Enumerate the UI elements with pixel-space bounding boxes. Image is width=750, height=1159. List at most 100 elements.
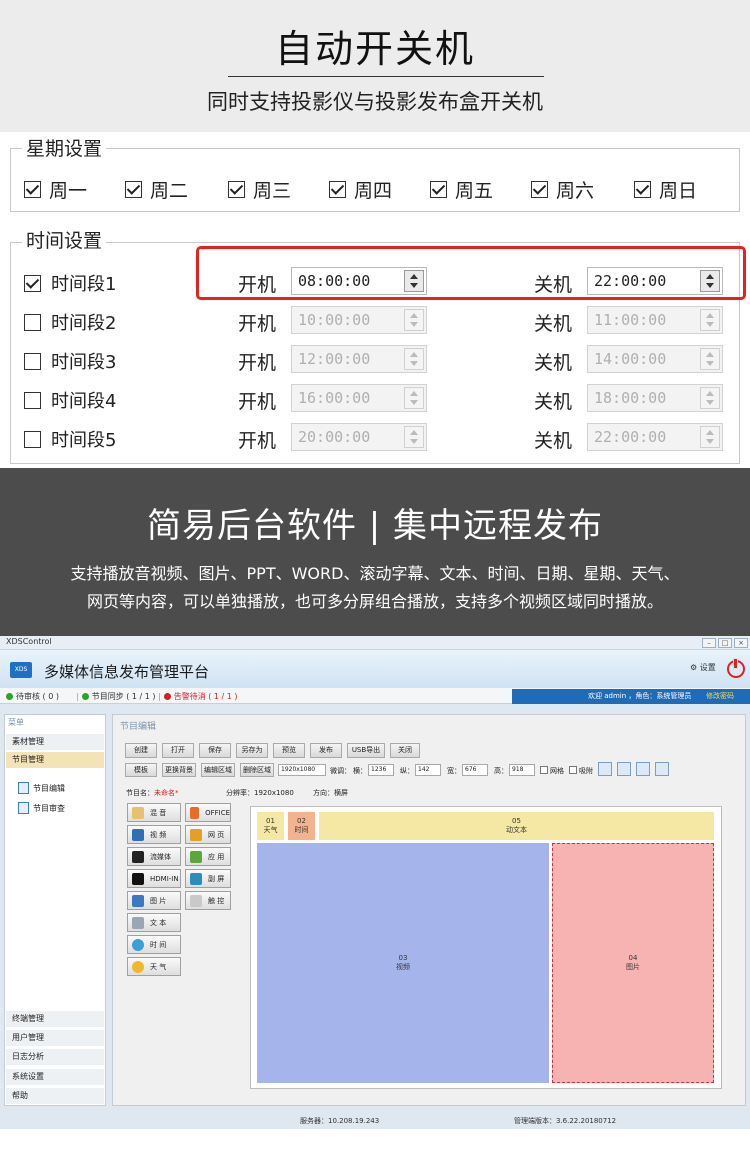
settings-button[interactable]: ⚙ 设置 <box>690 662 716 673</box>
webpage-button[interactable]: 网 页 <box>185 825 231 844</box>
video-button[interactable]: 视 频 <box>127 825 181 844</box>
maximize-icon[interactable]: □ <box>718 638 732 648</box>
hdmi-in-button[interactable]: HDMI-IN <box>127 869 181 888</box>
sidebar-item-log[interactable]: 日志分析 <box>6 1049 104 1065</box>
image-button[interactable]: 图 片 <box>127 891 181 910</box>
sidebar-item-program[interactable]: 节目管理 <box>6 752 104 768</box>
time-segment-1-checkbox[interactable]: 时间段1 <box>24 270 116 296</box>
checkbox-checked-icon[interactable] <box>24 181 41 198</box>
y-input[interactable]: 142 <box>415 764 441 776</box>
checkbox-unchecked-icon[interactable] <box>24 352 41 370</box>
weather-button[interactable]: 天 气 <box>127 957 181 976</box>
time-segment-4-checkbox[interactable]: 时间段4 <box>24 387 116 413</box>
zone-scrolling-text[interactable]: 05 动文本 <box>319 812 714 840</box>
create-button[interactable]: 创建 <box>125 743 157 758</box>
power-off-label: 关机 <box>534 391 573 413</box>
y-label: 纵： <box>400 767 414 775</box>
template-dropdown[interactable]: 模板 <box>125 763 157 777</box>
time-segment-2-checkbox[interactable]: 时间段2 <box>24 309 116 335</box>
weekday-checkbox-mon[interactable]: 周一 <box>24 176 87 203</box>
power-on-time-4[interactable]: 16:00:00 <box>291 384 427 412</box>
weekday-checkbox-fri[interactable]: 周五 <box>430 176 493 203</box>
delete-area-button[interactable]: 删除区域 <box>240 763 274 777</box>
power-off-time-5[interactable]: 22:00:00 <box>587 423 723 451</box>
subitem-label: 节目编辑 <box>33 783 65 793</box>
snap-checkbox[interactable] <box>569 766 577 774</box>
media-button-label: 图 片 <box>150 896 167 905</box>
mixer-button[interactable]: 混 音 <box>127 803 181 822</box>
time-segment-5-checkbox[interactable]: 时间段5 <box>24 426 116 452</box>
distribute-icon[interactable] <box>655 762 669 776</box>
height-input[interactable]: 918 <box>509 764 535 776</box>
width-input[interactable]: 676 <box>462 764 488 776</box>
office-icon <box>190 806 200 819</box>
change-password-link[interactable]: 修改密码 <box>706 691 734 701</box>
weekday-checkbox-thu[interactable]: 周四 <box>329 176 392 203</box>
checkbox-checked-icon[interactable] <box>634 181 651 198</box>
weekday-checkbox-wed[interactable]: 周三 <box>228 176 291 203</box>
checkbox-unchecked-icon[interactable] <box>24 313 41 331</box>
zone-time[interactable]: 02 时间 <box>288 812 315 840</box>
checkbox-checked-icon[interactable] <box>531 181 548 198</box>
x-input[interactable]: 1236 <box>368 764 394 776</box>
close-icon[interactable]: × <box>734 638 748 648</box>
status-pending-review[interactable]: 待审核 ( 0 ) <box>6 691 59 702</box>
close-button[interactable]: 关闭 <box>390 743 420 758</box>
weekday-checkbox-sat[interactable]: 周六 <box>531 176 594 203</box>
stream-button[interactable]: 流媒体 <box>127 847 181 866</box>
checkbox-checked-icon[interactable] <box>329 181 346 198</box>
power-on-time-3[interactable]: 12:00:00 <box>291 345 427 373</box>
power-off-time-2[interactable]: 11:00:00 <box>587 306 723 334</box>
segment-label: 时间段5 <box>51 430 117 451</box>
checkbox-checked-icon[interactable] <box>430 181 447 198</box>
time-segment-3-checkbox[interactable]: 时间段3 <box>24 348 116 374</box>
sidebar-item-user[interactable]: 用户管理 <box>6 1030 104 1046</box>
checkbox-unchecked-icon[interactable] <box>24 391 41 409</box>
publish-button[interactable]: 发布 <box>310 743 342 758</box>
sidebar-item-terminal[interactable]: 终端管理 <box>6 1011 104 1027</box>
power-off-time-3[interactable]: 14:00:00 <box>587 345 723 373</box>
preview-button[interactable]: 预览 <box>273 743 305 758</box>
save-button[interactable]: 保存 <box>199 743 231 758</box>
open-button[interactable]: 打开 <box>162 743 194 758</box>
power-on-time-5[interactable]: 20:00:00 <box>291 423 427 451</box>
align-right-icon[interactable] <box>636 762 650 776</box>
checkbox-checked-icon[interactable] <box>24 274 41 292</box>
power-icon[interactable] <box>727 658 745 678</box>
sidebar-subitem-program-edit[interactable]: 节目编辑 <box>18 782 65 794</box>
office-button[interactable]: OFFICE <box>185 803 231 822</box>
grid-checkbox[interactable] <box>540 766 548 774</box>
sidebar-item-system[interactable]: 系统设置 <box>6 1069 104 1085</box>
checkbox-checked-icon[interactable] <box>228 181 245 198</box>
status-program-sync[interactable]: | 节目同步 ( 1 / 1 ) <box>76 691 156 702</box>
save-as-button[interactable]: 另存为 <box>236 743 268 758</box>
checkbox-checked-icon[interactable] <box>125 181 142 198</box>
application-button[interactable]: 应 用 <box>185 847 231 866</box>
sidebar-item-help[interactable]: 帮助 <box>6 1088 104 1104</box>
usb-export-button[interactable]: USB导出 <box>347 743 385 758</box>
align-left-icon[interactable] <box>598 762 612 776</box>
resolution-select[interactable]: 1920x1080 <box>278 764 326 776</box>
checkbox-unchecked-icon[interactable] <box>24 430 41 448</box>
zone-video[interactable]: 03 视频 <box>257 843 549 1083</box>
power-off-time-4[interactable]: 18:00:00 <box>587 384 723 412</box>
zone-image[interactable]: 04 图片 <box>552 843 714 1083</box>
subscreen-button[interactable]: 副 屏 <box>185 869 231 888</box>
time-button[interactable]: 时 间 <box>127 935 181 954</box>
power-on-time-2[interactable]: 10:00:00 <box>291 306 427 334</box>
snap-label: 吸附 <box>579 767 593 775</box>
text-button[interactable]: 文 本 <box>127 913 181 932</box>
edit-area-button[interactable]: 编辑区域 <box>201 763 235 777</box>
zone-weather[interactable]: 01 天气 <box>257 812 284 840</box>
touch-button[interactable]: 触 控 <box>185 891 231 910</box>
image-icon <box>132 894 144 907</box>
direction-value: 横屏 <box>334 789 348 797</box>
sidebar-item-material[interactable]: 素材管理 <box>6 734 104 750</box>
status-alarm[interactable]: | 告警待消 ( 1 / 1 ) <box>158 691 238 702</box>
change-background-button[interactable]: 更换背景 <box>162 763 196 777</box>
align-center-icon[interactable] <box>617 762 631 776</box>
weekday-checkbox-tue[interactable]: 周二 <box>125 176 188 203</box>
weekday-checkbox-sun[interactable]: 周日 <box>634 176 697 203</box>
minimize-icon[interactable]: – <box>702 638 716 648</box>
sidebar-subitem-program-review[interactable]: 节目审查 <box>18 802 65 814</box>
